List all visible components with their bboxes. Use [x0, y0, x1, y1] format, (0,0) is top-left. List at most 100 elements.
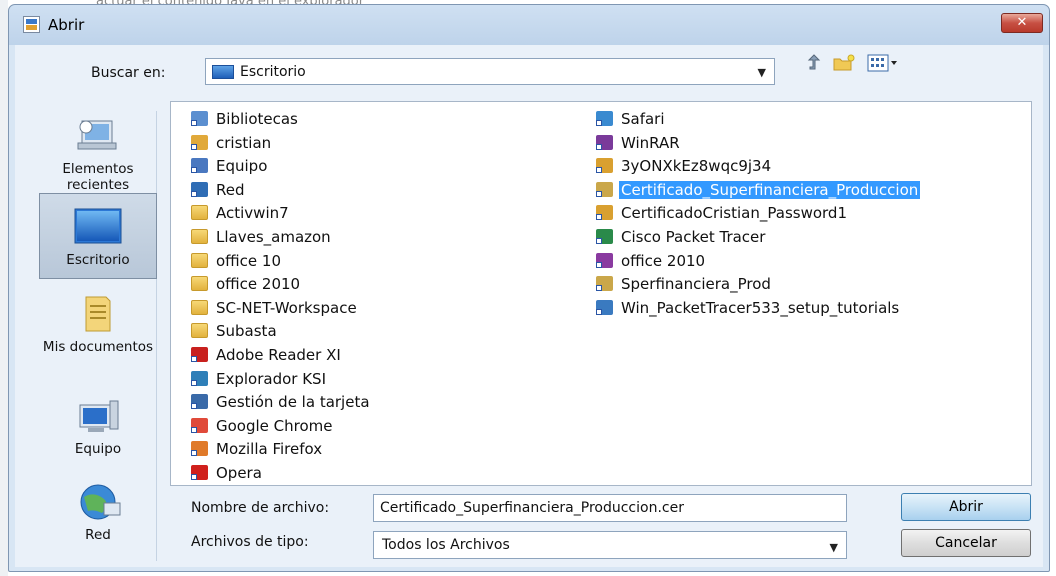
file-item[interactable]: Safari	[596, 108, 667, 130]
recent-items-icon	[74, 117, 122, 155]
desktop-icon	[74, 208, 122, 246]
certificate-icon	[596, 181, 613, 197]
open-button[interactable]: Abrir	[901, 493, 1031, 521]
place-desktop[interactable]: Escritorio	[39, 193, 157, 279]
folder-icon	[191, 205, 208, 221]
view-menu-icon[interactable]	[867, 54, 899, 72]
file-item[interactable]: Mozilla Firefox	[191, 438, 324, 460]
chevron-down-icon: ▼	[829, 541, 838, 554]
cancel-button[interactable]: Cancelar	[901, 529, 1031, 557]
close-button[interactable]: ✕	[1001, 13, 1043, 33]
file-item-label: 3yONXkEz8wqc9j34	[621, 157, 772, 176]
computer-icon	[74, 397, 122, 435]
certificate-file-icon	[596, 205, 613, 221]
filename-input[interactable]: Certificado_Superfinanciera_Produccion.c…	[373, 494, 847, 522]
place-label: Elementos recientes	[62, 161, 134, 193]
certificate-icon	[596, 276, 613, 292]
file-item-label: Gestión de la tarjeta	[216, 393, 370, 412]
file-item-label: Cisco Packet Tracer	[621, 228, 766, 246]
chevron-down-icon: ▼	[757, 66, 766, 79]
file-item-label: Opera	[216, 464, 262, 482]
opera-icon	[191, 465, 208, 480]
winrar-icon	[596, 134, 613, 150]
file-item[interactable]: cristian	[191, 132, 273, 154]
file-item[interactable]: Equipo	[191, 155, 269, 177]
file-item[interactable]: Subasta	[191, 320, 279, 342]
folder-icon	[191, 276, 208, 292]
dialog-title: Abrir	[48, 16, 85, 34]
file-item[interactable]: WinRAR	[596, 132, 682, 154]
file-item[interactable]: SC-NET-Workspace	[191, 297, 359, 319]
filename-value: Certificado_Superfinanciera_Produccion.c…	[380, 500, 684, 516]
look-in-combo[interactable]: Escritorio ▼	[205, 58, 775, 85]
place-recent-items[interactable]: Elementos recientes	[39, 111, 157, 193]
file-item[interactable]: Adobe Reader XI	[191, 344, 343, 366]
file-list[interactable]: Bibliotecas cristian Equipo Red Activwin7 Lla…	[170, 101, 1032, 486]
file-item[interactable]: 3yONXkEz8wqc9j34	[596, 155, 773, 177]
file-item-label: Activwin7	[216, 204, 289, 223]
firefox-icon	[191, 441, 208, 457]
file-item-label: office 2010	[621, 251, 706, 270]
look-in-value: Escritorio	[240, 64, 306, 80]
file-item[interactable]: Opera	[191, 462, 264, 484]
card-manager-icon	[191, 394, 208, 410]
desktop-icon	[212, 65, 234, 79]
file-item[interactable]: Explorador KSI	[191, 368, 328, 390]
file-item[interactable]: Bibliotecas	[191, 108, 300, 130]
file-item[interactable]: Llaves_amazon	[191, 226, 333, 248]
file-item-label: Bibliotecas	[216, 110, 298, 128]
file-item[interactable]: Gestión de la tarjeta	[191, 391, 372, 413]
folder-icon	[191, 252, 208, 268]
new-folder-icon[interactable]	[833, 54, 855, 72]
archive-icon	[596, 252, 613, 268]
adobe-reader-icon	[191, 347, 208, 362]
file-item[interactable]: CertificadoCristian_Password1	[596, 202, 849, 224]
file-item-label: Llaves_amazon	[216, 228, 331, 246]
place-computer[interactable]: Equipo	[39, 391, 157, 461]
filetype-select[interactable]: Todos los Archivos ▼	[373, 531, 847, 559]
user-folder-icon	[191, 134, 208, 150]
up-folder-icon[interactable]	[807, 54, 823, 72]
place-label: Mis documentos	[42, 339, 154, 355]
file-item-label: Red	[216, 180, 245, 199]
libraries-icon	[191, 111, 208, 126]
place-label: Equipo	[74, 441, 122, 457]
file-item[interactable]: Sperfinanciera_Prod	[596, 273, 773, 295]
file-item-label: office 2010	[216, 275, 301, 294]
file-item-label: SC-NET-Workspace	[216, 298, 357, 317]
places-bar: Elementos recientes Escritorio Mis docum…	[39, 111, 157, 561]
place-label: Escritorio	[66, 252, 130, 268]
filetype-label: Archivos de tipo:	[191, 534, 309, 550]
file-item-label: Equipo	[216, 157, 268, 176]
ksi-explorer-icon	[191, 370, 208, 386]
place-my-documents[interactable]: Mis documentos	[39, 289, 157, 379]
file-item-label: Sperfinanciera_Prod	[621, 275, 771, 294]
file-item[interactable]: Certificado_Superfinanciera_Produccion	[596, 179, 921, 201]
open-dialog: Abrir ✕ Buscar en: Escritorio ▼ Elemento	[8, 4, 1050, 572]
computer-icon	[191, 158, 208, 174]
file-item[interactable]: office 2010	[191, 273, 302, 295]
file-item-label: cristian	[216, 133, 272, 152]
file-item[interactable]: Google Chrome	[191, 415, 335, 437]
file-item[interactable]: Win_PacketTracer533_setup_tutorials	[596, 297, 901, 319]
title-bar[interactable]: Abrir ✕	[9, 5, 1049, 45]
filename-label: Nombre de archivo:	[191, 500, 330, 516]
file-item[interactable]: Red	[191, 179, 247, 201]
file-item-label: Explorador KSI	[216, 369, 326, 388]
java-app-icon	[23, 16, 40, 33]
file-item-label: Certificado_Superfinanciera_Produccion	[619, 180, 921, 199]
file-item-label: Google Chrome	[216, 416, 333, 435]
file-item-label: Win_PacketTracer533_setup_tutorials	[621, 298, 900, 317]
file-item[interactable]: office 10	[191, 250, 283, 272]
file-item[interactable]: Cisco Packet Tracer	[596, 226, 767, 248]
network-icon	[191, 181, 208, 197]
filetype-value: Todos los Archivos	[382, 537, 510, 553]
background-edge	[0, 0, 8, 576]
file-item[interactable]: office 2010	[596, 250, 707, 272]
place-label: Red	[85, 527, 111, 543]
file-item-label: Mozilla Firefox	[216, 440, 323, 459]
place-network[interactable]: Red	[39, 475, 157, 555]
file-item-label: Adobe Reader XI	[216, 346, 341, 364]
file-item[interactable]: Activwin7	[191, 202, 291, 224]
network-icon	[74, 483, 122, 521]
